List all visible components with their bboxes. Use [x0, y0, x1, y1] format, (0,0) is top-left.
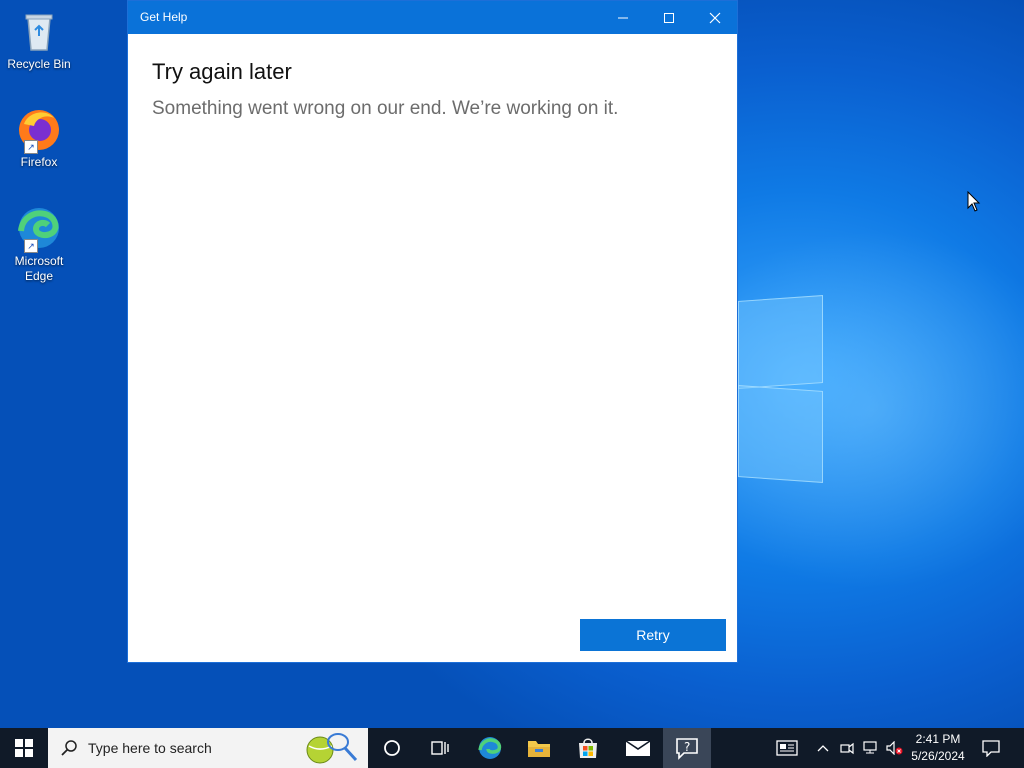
store-icon — [579, 738, 597, 758]
retry-button[interactable]: Retry — [580, 619, 726, 651]
folder-icon — [528, 741, 550, 757]
desktop-icon-label: Recycle Bin — [7, 57, 71, 71]
windows-wallpaper-logo — [738, 288, 828, 483]
window-title: Get Help — [140, 10, 188, 24]
desktop-icon-recycle-bin[interactable]: Recycle Bin — [4, 8, 74, 72]
get-help-window: Get Help Try again later Something went … — [127, 0, 738, 663]
taskbar-edge[interactable] — [466, 728, 514, 768]
maximize-button[interactable] — [646, 1, 692, 34]
start-button[interactable] — [0, 728, 48, 768]
cortana-button[interactable] — [368, 728, 416, 768]
firefox-icon: ↗ — [16, 106, 62, 154]
taskbar-store[interactable] — [564, 728, 612, 768]
tray-volume[interactable] — [884, 728, 906, 768]
close-icon — [709, 12, 721, 23]
desktop-icon-label: Microsoft Edge — [14, 254, 64, 283]
clock-time: 2:41 PM — [915, 732, 961, 746]
taskbar: Type here to search ? 2:41 PM 5/26/2024 — [0, 728, 1024, 768]
tray-news[interactable] — [770, 728, 804, 768]
minimize-button[interactable] — [600, 1, 646, 34]
mouse-cursor-icon — [967, 191, 981, 212]
minimize-icon — [618, 17, 628, 18]
windows-logo-icon — [15, 739, 33, 757]
desktop-icon-edge[interactable]: ↗ Microsoft Edge — [4, 205, 74, 284]
camera-icon — [840, 742, 854, 755]
shortcut-arrow-icon: ↗ — [24, 239, 38, 253]
get-help-icon: ? — [676, 738, 698, 760]
edge-icon: ↗ — [16, 205, 62, 253]
news-icon — [776, 740, 798, 756]
taskbar-file-explorer[interactable] — [515, 728, 563, 768]
close-button[interactable] — [692, 1, 738, 34]
shortcut-arrow-icon: ↗ — [24, 140, 38, 154]
task-view-icon — [431, 741, 449, 755]
notification-icon — [982, 740, 1000, 757]
title-bar[interactable]: Get Help — [128, 1, 737, 34]
edge-icon — [478, 737, 502, 759]
task-view-button[interactable] — [416, 728, 464, 768]
svg-text:?: ? — [684, 740, 690, 754]
recycle-bin-icon — [16, 8, 62, 54]
taskbar-mail[interactable] — [614, 728, 662, 768]
desktop-icon-label: Firefox — [20, 155, 58, 169]
taskbar-get-help[interactable]: ? — [663, 728, 711, 768]
taskbar-search-box[interactable]: Type here to search — [48, 728, 368, 768]
error-message: Something went wrong on our end. We’re w… — [152, 98, 619, 119]
error-heading: Try again later — [152, 59, 292, 84]
mail-icon — [625, 740, 651, 756]
show-hidden-icons-button[interactable] — [814, 728, 832, 768]
taskbar-clock[interactable]: 2:41 PM 5/26/2024 — [906, 731, 970, 765]
maximize-icon — [664, 12, 674, 23]
tray-network[interactable] — [861, 728, 881, 768]
clock-date: 5/26/2024 — [911, 749, 965, 763]
action-center-button[interactable] — [976, 728, 1006, 768]
desktop-icon-firefox[interactable]: ↗ Firefox — [4, 106, 74, 170]
chevron-up-icon — [817, 745, 829, 752]
network-icon — [863, 741, 877, 754]
volume-muted-icon — [886, 741, 903, 755]
search-icon — [61, 740, 77, 756]
search-placeholder: Type here to search — [88, 740, 212, 756]
cortana-icon — [384, 740, 400, 756]
search-highlight-tennis-icon — [306, 733, 358, 764]
tray-meet-now[interactable] — [838, 728, 856, 768]
